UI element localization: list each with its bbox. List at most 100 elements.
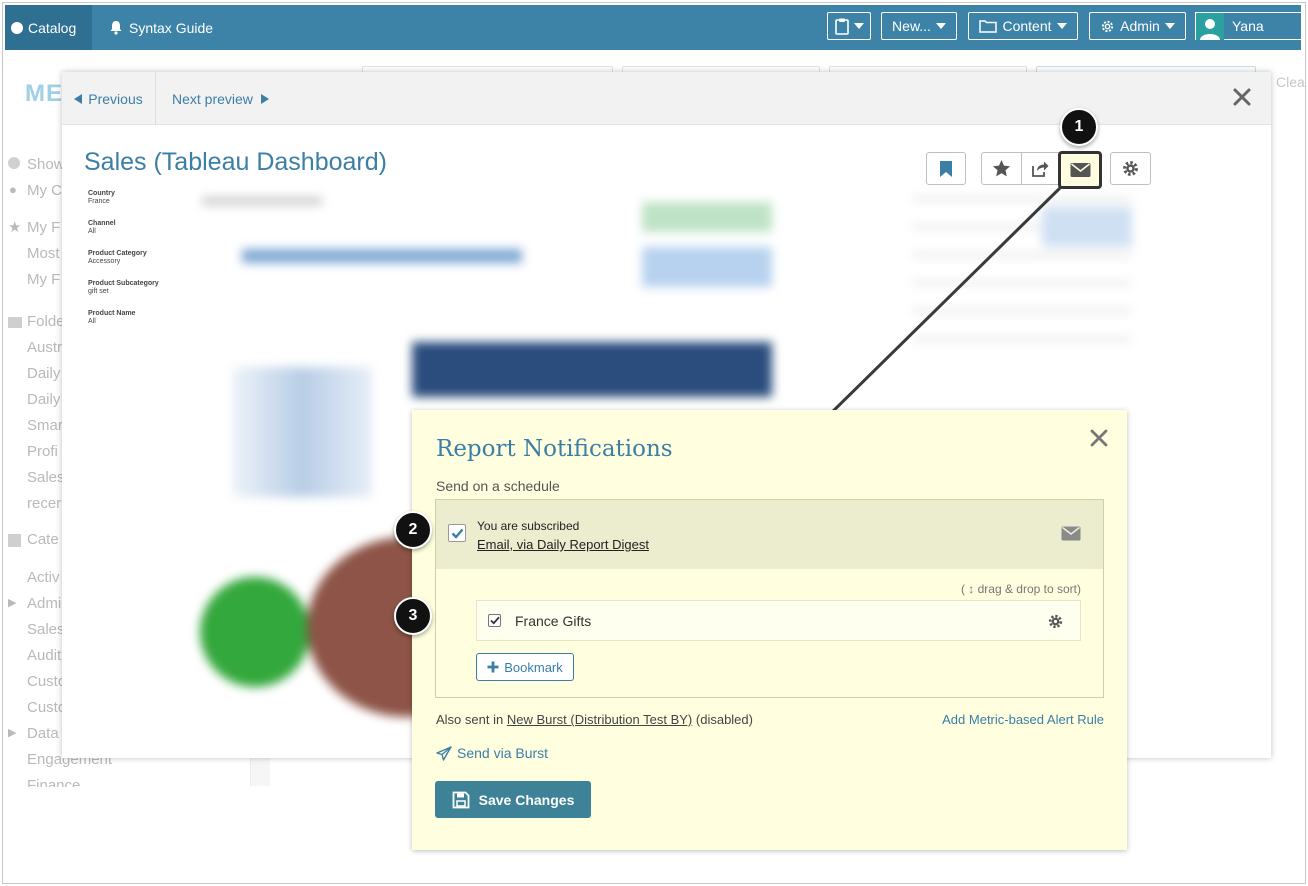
disabled-label: (disabled) [695,712,753,727]
clipboard-dropdown-button[interactable] [827,12,871,40]
filter-value: France [88,198,110,205]
circle-icon [8,157,20,169]
sidebar-item: Admi [27,595,62,612]
save-changes-button[interactable]: Save Changes [435,781,591,818]
subscribed-status: You are subscribed [477,519,580,533]
filter-value: gift set [88,288,109,295]
sidebar-item: Show [27,156,65,173]
gear-icon [1102,20,1114,32]
caret-down-icon [853,23,864,29]
sidebar-item: My C [27,182,62,199]
user-icon: ● [9,182,17,197]
share-button[interactable] [1021,152,1059,185]
filter-label: Product Name [88,310,136,317]
burst-link[interactable]: New Burst (Distribution Test BY) [507,712,692,727]
nav-catalog-label: Catalog [28,19,77,36]
drag-sort-hint: ( ↕ drag & drop to sort) [960,582,1081,596]
caret-right-icon [260,93,269,104]
sidebar-item: Profi [27,443,58,460]
add-alert-rule-link[interactable]: Add Metric-based Alert Rule [942,712,1104,727]
next-preview-button[interactable]: Next preview [172,72,269,125]
filter-value: Accessory [88,258,121,265]
bookmark-checkbox[interactable] [488,614,501,627]
category-icon [8,534,21,547]
gear-icon[interactable] [1047,613,1064,630]
send-via-burst-link[interactable]: Send via Burst [436,745,548,761]
paper-plane-icon [436,745,452,761]
folder-icon [979,20,998,33]
sidebar-item: Data [27,725,59,742]
step-callout-3: 3 [394,597,432,635]
sidebar-item: Cate [27,531,59,548]
schedule-subtitle: Send on a schedule [436,478,560,494]
user-name: Yana [1232,18,1264,34]
filter-value: All [88,318,96,325]
bell-icon [110,21,122,35]
caret-down-icon [935,23,946,29]
share-icon [1032,161,1049,177]
star-icon [992,159,1011,177]
send-via-burst-label: Send via Burst [457,745,549,761]
top-navigation-bar: Catalog Syntax Guide New... Content Admi… [5,5,1301,50]
close-icon[interactable] [1089,428,1109,448]
subscribed-checkbox[interactable] [448,524,466,542]
filter-label: Product Subcategory [88,280,159,287]
envelope-icon [1061,526,1081,541]
settings-button[interactable] [1110,152,1151,185]
check-icon [451,528,463,539]
bookmark-row[interactable]: France Gifts [476,600,1081,641]
also-sent-info: Also sent in New Burst (Distribution Tes… [436,712,753,727]
subscription-link[interactable]: Email, via Daily Report Digest [477,537,649,552]
sidebar-item: recer [27,495,62,512]
sidebar-item: Daily [27,365,61,382]
add-bookmark-button[interactable]: Bookmark [476,653,574,681]
sidebar-item: Sales [27,469,65,486]
folder-icon [8,317,22,328]
filter-group: Channel All [88,220,159,236]
previous-button[interactable]: Previous [62,72,156,125]
new-label: New... [892,18,931,34]
subscription-box: You are subscribed Email, via Daily Repo… [435,499,1104,698]
bookmark-button[interactable] [926,152,966,185]
bookmark-icon [940,160,952,177]
caret-left-icon [74,93,83,104]
sidebar-item: Smar [27,417,63,434]
sidebar-item: My F [27,219,61,236]
subscription-row: You are subscribed Email, via Daily Repo… [436,500,1103,569]
filter-group: Product Category Accessory [88,250,159,266]
user-menu[interactable]: Yana [1195,12,1301,40]
caret-down-icon [1164,23,1175,29]
admin-dropdown-button[interactable]: Admin [1089,12,1186,40]
sidebar-item: Audit [27,647,62,664]
bg-clear-link: Clea [1276,74,1305,90]
new-dropdown-button[interactable]: New... [881,12,957,40]
nav-catalog[interactable]: Catalog [5,5,92,50]
close-icon[interactable] [1231,86,1253,108]
expand-icon: ▶ [8,727,17,739]
sidebar-item: Most [27,245,60,262]
filter-group: Product Subcategory gift set [88,280,159,296]
filter-label: Country [88,190,115,197]
content-dropdown-button[interactable]: Content [968,12,1078,40]
nav-syntax-guide[interactable]: Syntax Guide [109,5,213,50]
sidebar-item: My F [27,271,61,288]
favorite-button[interactable] [981,152,1022,185]
star-icon: ★ [8,219,22,236]
content-label: Content [1002,18,1052,34]
email-notifications-button[interactable] [1058,151,1102,189]
sidebar-item: Sales [27,621,65,638]
user-icon [1200,18,1220,40]
clipboard-icon [834,18,849,35]
plus-icon [487,661,499,673]
sidebar-item: Folde [27,313,65,330]
sidebar-item: Custo [27,673,67,690]
notifications-title: Report Notifications [436,436,673,462]
step-callout-1: 1 [1060,108,1098,146]
sidebar-item: Daily [27,391,61,408]
filter-label: Channel [88,220,116,227]
check-icon [489,616,500,625]
avatar [1196,12,1224,40]
expand-icon: ▶ [8,597,17,609]
next-preview-label: Next preview [172,90,253,107]
filter-value: All [88,228,96,235]
